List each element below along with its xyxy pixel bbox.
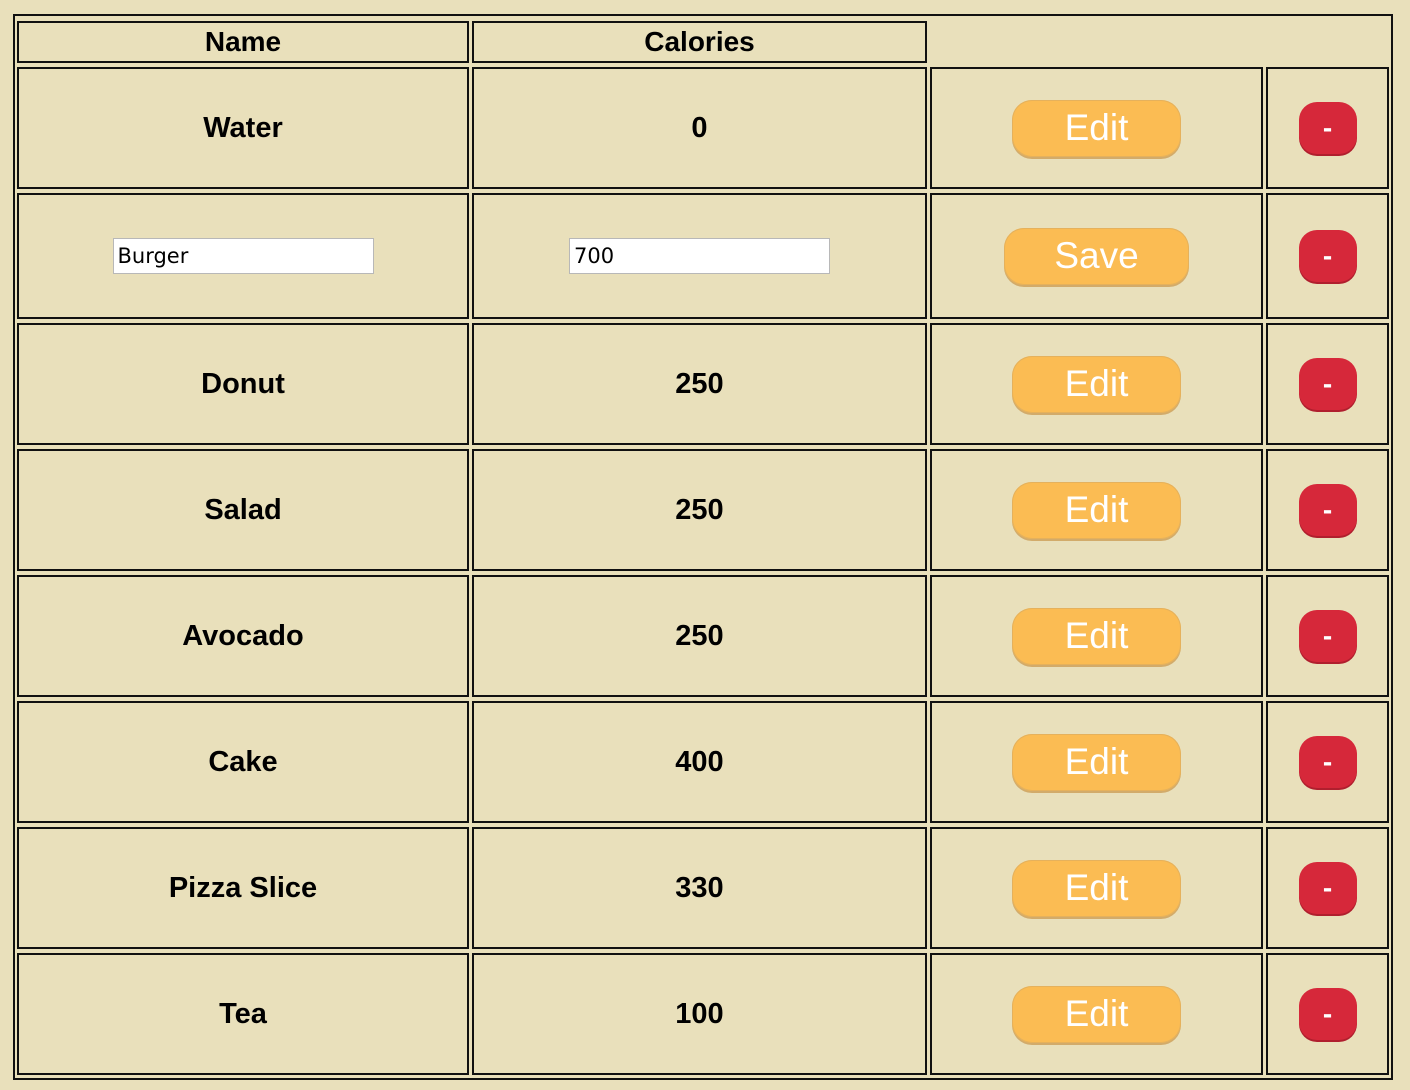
delete-cell: - — [1266, 323, 1389, 445]
edit-cell: Edit — [930, 575, 1263, 697]
delete-button[interactable]: - — [1298, 610, 1357, 662]
edit-button[interactable]: Edit — [1012, 859, 1181, 917]
delete-cell: - — [1266, 449, 1389, 571]
calories-input[interactable] — [569, 238, 830, 274]
table-row-name: Salad — [17, 449, 469, 571]
edit-button[interactable]: Edit — [1012, 481, 1181, 539]
delete-button[interactable]: - — [1298, 862, 1357, 914]
delete-cell: - — [1266, 193, 1389, 319]
table-row-calories: 250 — [472, 323, 927, 445]
edit-cell: Edit — [930, 827, 1263, 949]
header-calories: Calories — [472, 21, 927, 63]
edit-cell: Edit — [930, 323, 1263, 445]
edit-cell: Edit — [930, 701, 1263, 823]
edit-button[interactable]: Edit — [1012, 985, 1181, 1043]
table-row-calories: 250 — [472, 575, 927, 697]
table-row-calories: 250 — [472, 449, 927, 571]
name-input[interactable] — [112, 238, 374, 274]
table-row-calories: 100 — [472, 953, 927, 1075]
table-row-name: Water — [17, 67, 469, 189]
delete-cell: - — [1266, 953, 1389, 1075]
edit-button[interactable]: Edit — [1012, 733, 1181, 791]
table-row-calories: 400 — [472, 701, 927, 823]
edit-button[interactable]: Edit — [1012, 607, 1181, 665]
delete-button[interactable]: - — [1298, 102, 1357, 154]
edit-button[interactable]: Edit — [1012, 355, 1181, 413]
edit-button[interactable]: Edit — [1012, 99, 1181, 157]
table-row-calories: 0 — [472, 67, 927, 189]
delete-button[interactable]: - — [1298, 484, 1357, 536]
header-name: Name — [17, 21, 469, 63]
edit-cell: Edit — [930, 67, 1263, 189]
delete-cell: - — [1266, 701, 1389, 823]
table-row-calories-edit — [472, 193, 927, 319]
delete-cell: - — [1266, 67, 1389, 189]
edit-cell: Edit — [930, 953, 1263, 1075]
delete-button[interactable]: - — [1298, 988, 1357, 1040]
table-row-calories: 330 — [472, 827, 927, 949]
table-row-name: Pizza Slice — [17, 827, 469, 949]
delete-cell: - — [1266, 575, 1389, 697]
save-button[interactable]: Save — [1004, 227, 1189, 285]
edit-cell: Edit — [930, 449, 1263, 571]
table-row-name: Cake — [17, 701, 469, 823]
delete-cell: - — [1266, 827, 1389, 949]
delete-button[interactable]: - — [1298, 230, 1357, 282]
food-table: Name Calories Water 0 Edit - Save - Donu… — [13, 14, 1393, 1080]
table-row-name-edit — [17, 193, 469, 319]
delete-button[interactable]: - — [1298, 736, 1357, 788]
delete-button[interactable]: - — [1298, 358, 1357, 410]
table-row-name: Tea — [17, 953, 469, 1075]
table-row-name: Donut — [17, 323, 469, 445]
table-row-name: Avocado — [17, 575, 469, 697]
save-cell: Save — [930, 193, 1263, 319]
